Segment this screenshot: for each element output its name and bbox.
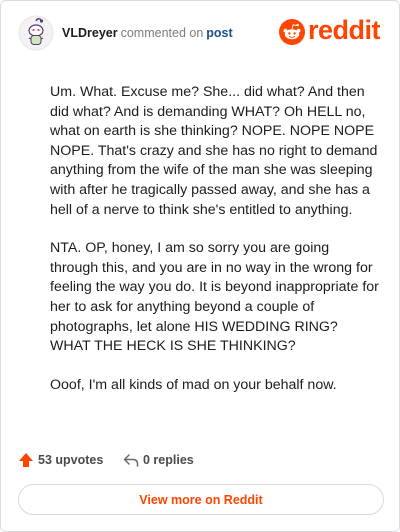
comment-action-text: commented on <box>120 26 204 40</box>
comment-header: VLDreyer commented on post reddit <box>18 15 385 51</box>
view-more-button[interactable]: View more on Reddit <box>18 484 384 515</box>
reddit-logo[interactable]: reddit <box>279 15 385 47</box>
upvotes-count: 53 upvotes <box>38 453 104 467</box>
comment-paragraph: Ooof, I'm all kinds of mad on your behal… <box>50 376 337 393</box>
user-avatar-icon[interactable] <box>18 15 54 51</box>
comment-body: Um. What. Excuse me? She... did what? An… <box>50 83 380 414</box>
comment-paragraph: Um. What. Excuse me? She... did what? An… <box>50 84 378 218</box>
author-line: VLDreyer commented on post <box>62 25 233 41</box>
comment-footer: 53 upvotes 0 replies <box>18 450 378 470</box>
replies-count: 0 replies <box>143 453 194 467</box>
comment-paragraph: NTA. OP, honey, I am so sorry you are go… <box>50 240 379 355</box>
reply-arrow-icon <box>123 454 139 467</box>
comment-embed-card: VLDreyer commented on post reddit Um. What… <box>0 0 400 532</box>
reddit-wordmark: reddit <box>308 15 381 45</box>
reddit-snoo-icon <box>279 19 305 45</box>
post-link[interactable]: post <box>206 26 232 40</box>
upvotes-stat[interactable]: 53 upvotes <box>18 450 103 470</box>
upvote-arrow-icon <box>19 453 33 467</box>
author-name[interactable]: VLDreyer <box>62 26 118 40</box>
replies-stat[interactable]: 0 replies <box>123 450 194 470</box>
